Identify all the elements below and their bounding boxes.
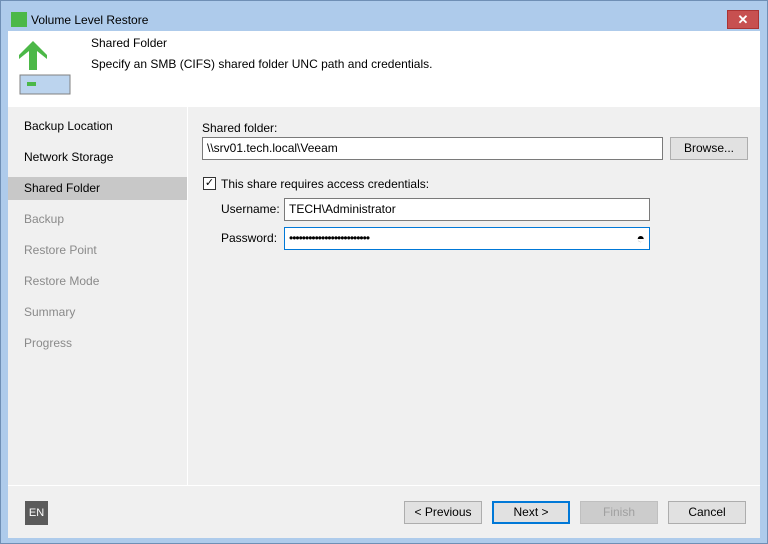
cancel-button[interactable]: Cancel: [668, 501, 746, 524]
step-restore-mode: Restore Mode: [24, 274, 100, 288]
step-backup: Backup: [24, 212, 65, 226]
wizard-header: Shared Folder Specify an SMB (CIFS) shar…: [8, 31, 760, 107]
upload-restore-icon: [19, 41, 71, 95]
step-summary: Summary: [24, 305, 76, 319]
close-button[interactable]: ✕: [727, 10, 759, 29]
volume-level-restore-window: Volume Level Restore ✕ Shared Folder Spe…: [0, 0, 768, 544]
page-title: Shared Folder: [91, 36, 168, 50]
step-network-storage[interactable]: Network Storage: [8, 142, 187, 173]
credentials-checkbox[interactable]: ✓: [203, 177, 216, 190]
username-label: Username:: [221, 202, 280, 216]
step-restore-point: Restore Point: [24, 243, 97, 257]
show-password-eye-icon[interactable]: ◓: [637, 228, 645, 249]
password-input[interactable]: ••••••••••••••••••••••••• ◓: [284, 227, 650, 250]
finish-button: Finish: [580, 501, 658, 524]
step-progress: Progress: [24, 336, 73, 350]
password-label: Password:: [221, 231, 278, 245]
step-shared-folder[interactable]: Shared Folder: [8, 177, 187, 200]
previous-button[interactable]: < Previous: [404, 501, 482, 524]
title-bar: Volume Level Restore ✕: [1, 1, 767, 31]
language-indicator[interactable]: EN: [25, 501, 48, 525]
page-description: Specify an SMB (CIFS) shared folder UNC …: [91, 57, 433, 71]
credentials-checkbox-label: This share requires access credentials:: [221, 177, 430, 191]
shared-folder-label: Shared folder:: [202, 121, 278, 135]
window-title: Volume Level Restore: [31, 13, 149, 27]
shared-folder-input[interactable]: \\srv01.tech.local\Veeam: [202, 137, 663, 160]
wizard-steps: Backup Location Network Storage Shared F…: [8, 107, 188, 485]
wizard-footer: EN < Previous Next > Finish Cancel: [8, 485, 760, 538]
shared-folder-form: Shared folder: \\srv01.tech.local\Veeam …: [189, 107, 760, 485]
username-input[interactable]: TECH\Administrator: [284, 198, 650, 221]
password-value: •••••••••••••••••••••••••: [289, 231, 370, 245]
next-button[interactable]: Next >: [492, 501, 570, 524]
step-backup-location[interactable]: Backup Location: [8, 111, 187, 142]
app-restore-icon: [11, 12, 27, 27]
browse-button[interactable]: Browse...: [670, 137, 748, 160]
